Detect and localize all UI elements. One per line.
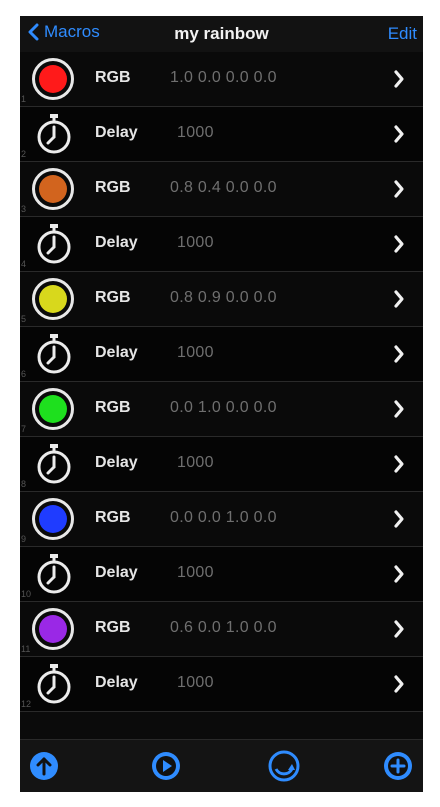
step-value: 1000 <box>177 674 214 691</box>
color-swatch-icon <box>32 278 74 320</box>
chevron-right-icon[interactable] <box>393 674 405 694</box>
chevron-right-icon[interactable] <box>393 619 405 639</box>
stopwatch-icon <box>37 114 71 154</box>
list-item[interactable]: 7 RGB 0.0 1.0 0.0 0.0 <box>20 382 423 437</box>
row-index: 7 <box>21 424 27 434</box>
chevron-right-icon[interactable] <box>393 344 405 364</box>
color-fill <box>39 615 67 643</box>
step-type-label: Delay <box>95 124 138 141</box>
arrow-up-circle-icon[interactable] <box>28 750 60 782</box>
step-value: 0.6 0.0 1.0 0.0 <box>170 619 277 636</box>
row-index: 4 <box>21 259 27 269</box>
row-index: 1 <box>21 94 27 104</box>
list-item[interactable]: 3 RGB 0.8 0.4 0.0 0.0 <box>20 162 423 217</box>
step-value: 1000 <box>177 454 214 471</box>
color-fill <box>39 285 67 313</box>
macro-step-list: 1 RGB 1.0 0.0 0.0 0.0 2 Delay 1000 3 RGB 0.8 0.4… <box>20 52 423 712</box>
chevron-right-icon[interactable] <box>393 399 405 419</box>
list-item[interactable]: 9 RGB 0.0 0.0 1.0 0.0 <box>20 492 423 547</box>
navigation-bar: Macros my rainbow Edit <box>20 16 423 53</box>
bottom-toolbar <box>20 739 423 792</box>
step-type-label: RGB <box>95 69 131 86</box>
step-value: 0.8 0.4 0.0 0.0 <box>170 179 277 196</box>
list-item[interactable]: 1 RGB 1.0 0.0 0.0 0.0 <box>20 52 423 107</box>
chevron-right-icon[interactable] <box>393 124 405 144</box>
list-item[interactable]: 12 Delay 1000 <box>20 657 423 712</box>
list-item[interactable]: 8 Delay 1000 <box>20 437 423 492</box>
row-index: 6 <box>21 369 27 379</box>
stopwatch-icon <box>37 664 71 704</box>
chevron-right-icon[interactable] <box>393 454 405 474</box>
step-type-label: RGB <box>95 179 131 196</box>
step-value: 0.0 1.0 0.0 0.0 <box>170 399 277 416</box>
stopwatch-icon <box>37 444 71 484</box>
color-swatch-icon <box>32 608 74 650</box>
list-item[interactable]: 11 RGB 0.6 0.0 1.0 0.0 <box>20 602 423 657</box>
row-index: 8 <box>21 479 27 489</box>
step-value: 0.8 0.9 0.0 0.0 <box>170 289 277 306</box>
chevron-right-icon[interactable] <box>393 234 405 254</box>
row-index: 5 <box>21 314 27 324</box>
chevron-right-icon[interactable] <box>393 179 405 199</box>
row-index: 9 <box>21 534 27 544</box>
step-type-label: Delay <box>95 454 138 471</box>
chevron-right-icon[interactable] <box>393 509 405 529</box>
color-swatch-icon <box>32 388 74 430</box>
stopwatch-icon <box>37 334 71 374</box>
list-item[interactable]: 2 Delay 1000 <box>20 107 423 162</box>
edit-button[interactable]: Edit <box>388 24 417 44</box>
step-type-label: Delay <box>95 564 138 581</box>
step-type-label: Delay <box>95 674 138 691</box>
step-type-label: Delay <box>95 234 138 251</box>
chevron-right-icon[interactable] <box>393 69 405 89</box>
step-type-label: RGB <box>95 619 131 636</box>
chevron-right-icon[interactable] <box>393 564 405 584</box>
stopwatch-icon <box>37 224 71 264</box>
step-value: 0.0 0.0 1.0 0.0 <box>170 509 277 526</box>
row-index: 11 <box>21 644 31 654</box>
row-index: 3 <box>21 204 27 214</box>
color-fill <box>39 395 67 423</box>
step-type-label: RGB <box>95 289 131 306</box>
step-value: 1000 <box>177 124 214 141</box>
plus-circle-icon[interactable] <box>382 750 414 782</box>
row-index: 12 <box>21 699 32 709</box>
color-fill <box>39 175 67 203</box>
play-circle-icon[interactable] <box>150 750 182 782</box>
color-swatch-icon <box>32 58 74 100</box>
list-item[interactable]: 5 RGB 0.8 0.9 0.0 0.0 <box>20 272 423 327</box>
step-value: 1.0 0.0 0.0 0.0 <box>170 69 277 86</box>
color-swatch-icon <box>32 498 74 540</box>
step-value: 1000 <box>177 234 214 251</box>
list-item[interactable]: 4 Delay 1000 <box>20 217 423 272</box>
color-fill <box>39 505 67 533</box>
list-item[interactable]: 10 Delay 1000 <box>20 547 423 602</box>
step-type-label: RGB <box>95 509 131 526</box>
color-swatch-icon <box>32 168 74 210</box>
chevron-right-icon[interactable] <box>393 289 405 309</box>
step-type-label: Delay <box>95 344 138 361</box>
loop-icon[interactable] <box>268 750 300 782</box>
app-screen: Macros my rainbow Edit 1 RGB 1.0 0.0 0.0 0… <box>20 16 423 792</box>
step-value: 1000 <box>177 564 214 581</box>
step-type-label: RGB <box>95 399 131 416</box>
step-value: 1000 <box>177 344 214 361</box>
color-fill <box>39 65 67 93</box>
stopwatch-icon <box>37 554 71 594</box>
list-item[interactable]: 6 Delay 1000 <box>20 327 423 382</box>
page-title: my rainbow <box>174 24 269 43</box>
row-index: 2 <box>21 149 27 159</box>
row-index: 10 <box>21 589 32 599</box>
